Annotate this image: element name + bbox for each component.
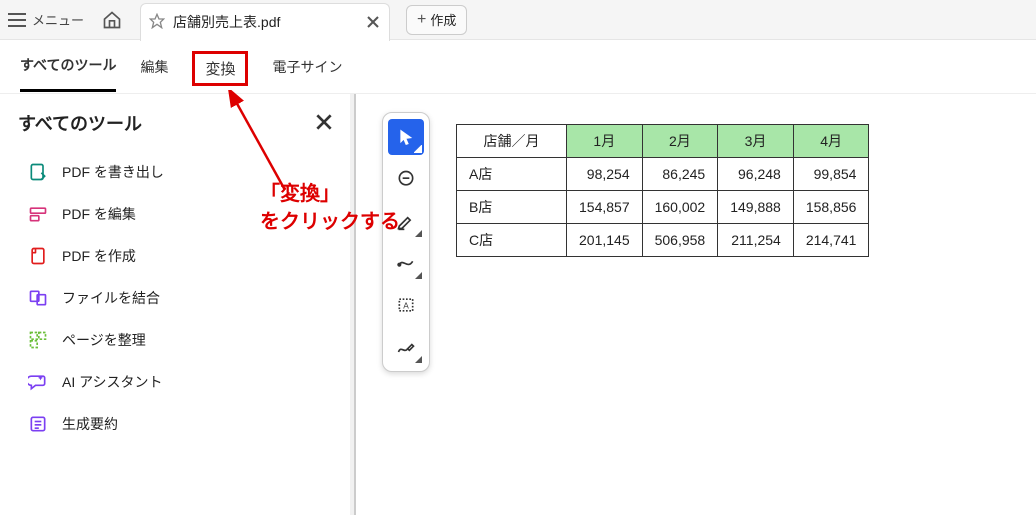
document-tab[interactable]: 店舗別売上表.pdf	[140, 3, 390, 41]
tool-label: 生成要約	[62, 414, 118, 434]
draw-icon	[396, 253, 416, 273]
edit-pdf-icon	[28, 204, 48, 224]
tool-label: PDF を編集	[62, 204, 136, 224]
sidebar-close-button[interactable]	[316, 114, 332, 133]
table-column-header: 1月	[567, 125, 643, 158]
pdf-toolbox: A	[382, 112, 430, 372]
star-icon	[149, 13, 165, 32]
corner-indicator-icon	[414, 145, 422, 153]
tool-export-pdf[interactable]: PDF を書き出し	[18, 162, 332, 182]
select-tool[interactable]	[388, 119, 424, 155]
table-cell: 506,958	[642, 224, 718, 257]
tool-label: PDF を書き出し	[62, 162, 164, 182]
textbox-tool[interactable]: A	[388, 287, 424, 323]
table-cell: 99,854	[793, 158, 869, 191]
table-cell: 158,856	[793, 191, 869, 224]
tab-esign[interactable]: 電子サイン	[272, 57, 342, 91]
tool-generate-summary[interactable]: 生成要約	[18, 414, 332, 434]
table-row: A店98,25486,24596,24899,854	[457, 158, 869, 191]
table-row-name: A店	[457, 158, 567, 191]
tool-create-pdf[interactable]: PDF を作成	[18, 246, 332, 266]
tool-combine-files[interactable]: ファイルを結合	[18, 288, 332, 308]
highlight-icon	[396, 211, 416, 231]
hamburger-icon[interactable]	[8, 13, 26, 27]
tab-edit[interactable]: 編集	[140, 57, 168, 91]
sidebar-title: すべてのツール	[18, 110, 142, 136]
cursor-icon	[397, 128, 415, 146]
create-label: 作成	[430, 10, 456, 29]
tool-edit-pdf[interactable]: PDF を編集	[18, 204, 332, 224]
corner-indicator-icon	[415, 356, 422, 363]
table-cell: 214,741	[793, 224, 869, 257]
table-column-header: 2月	[642, 125, 718, 158]
sidebar: すべてのツール PDF を書き出し PDF を編集	[0, 94, 350, 515]
table-cell: 211,254	[718, 224, 794, 257]
tool-label: AI アシスタント	[62, 372, 163, 392]
menu-label: メニュー	[32, 10, 84, 29]
tool-label: PDF を作成	[62, 246, 136, 266]
table-corner-header: 店舗／月	[457, 125, 567, 158]
table-row-name: C店	[457, 224, 567, 257]
table-column-header: 4月	[793, 125, 869, 158]
table-row: C店201,145506,958211,254214,741	[457, 224, 869, 257]
table-cell: 149,888	[718, 191, 794, 224]
comment-icon	[396, 169, 416, 189]
create-pdf-icon	[28, 246, 48, 266]
sign-icon	[396, 337, 416, 357]
comment-tool[interactable]	[388, 161, 424, 197]
panel-divider[interactable]	[350, 94, 356, 515]
tab-close-button[interactable]	[365, 14, 381, 30]
create-button[interactable]: + 作成	[406, 5, 467, 35]
tool-ai-assistant[interactable]: AI アシスタント	[18, 372, 332, 392]
sales-table: 店舗／月1月2月3月4月 A店98,25486,24596,24899,854B…	[456, 124, 869, 257]
tool-organize-pages[interactable]: ページを整理	[18, 330, 332, 350]
table-cell: 160,002	[642, 191, 718, 224]
table-row-name: B店	[457, 191, 567, 224]
ai-assistant-icon	[28, 372, 48, 392]
plus-icon: +	[417, 11, 426, 29]
table-row: B店154,857160,002149,888158,856	[457, 191, 869, 224]
table-cell: 86,245	[642, 158, 718, 191]
tab-title: 店舗別売上表.pdf	[173, 12, 357, 32]
svg-text:A: A	[403, 300, 409, 310]
corner-indicator-icon	[415, 230, 422, 237]
textbox-icon: A	[396, 295, 416, 315]
tool-label: ページを整理	[62, 330, 146, 350]
summary-icon	[28, 414, 48, 434]
close-icon	[316, 114, 332, 130]
export-pdf-icon	[28, 162, 48, 182]
tab-all-tools[interactable]: すべてのツール	[20, 55, 116, 92]
table-cell: 98,254	[567, 158, 643, 191]
table-column-header: 3月	[718, 125, 794, 158]
home-button[interactable]	[98, 6, 126, 34]
table-cell: 154,857	[567, 191, 643, 224]
sign-tool[interactable]	[388, 329, 424, 365]
tab-convert[interactable]: 変換	[192, 51, 248, 86]
combine-icon	[28, 288, 48, 308]
highlight-tool[interactable]	[388, 203, 424, 239]
home-icon	[102, 10, 122, 30]
corner-indicator-icon	[415, 272, 422, 279]
organize-icon	[28, 330, 48, 350]
document-viewport: 店舗／月1月2月3月4月 A店98,25486,24596,24899,854B…	[356, 94, 1036, 515]
table-cell: 96,248	[718, 158, 794, 191]
close-icon	[367, 16, 379, 28]
tool-label: ファイルを結合	[62, 288, 160, 308]
draw-tool[interactable]	[388, 245, 424, 281]
table-cell: 201,145	[567, 224, 643, 257]
